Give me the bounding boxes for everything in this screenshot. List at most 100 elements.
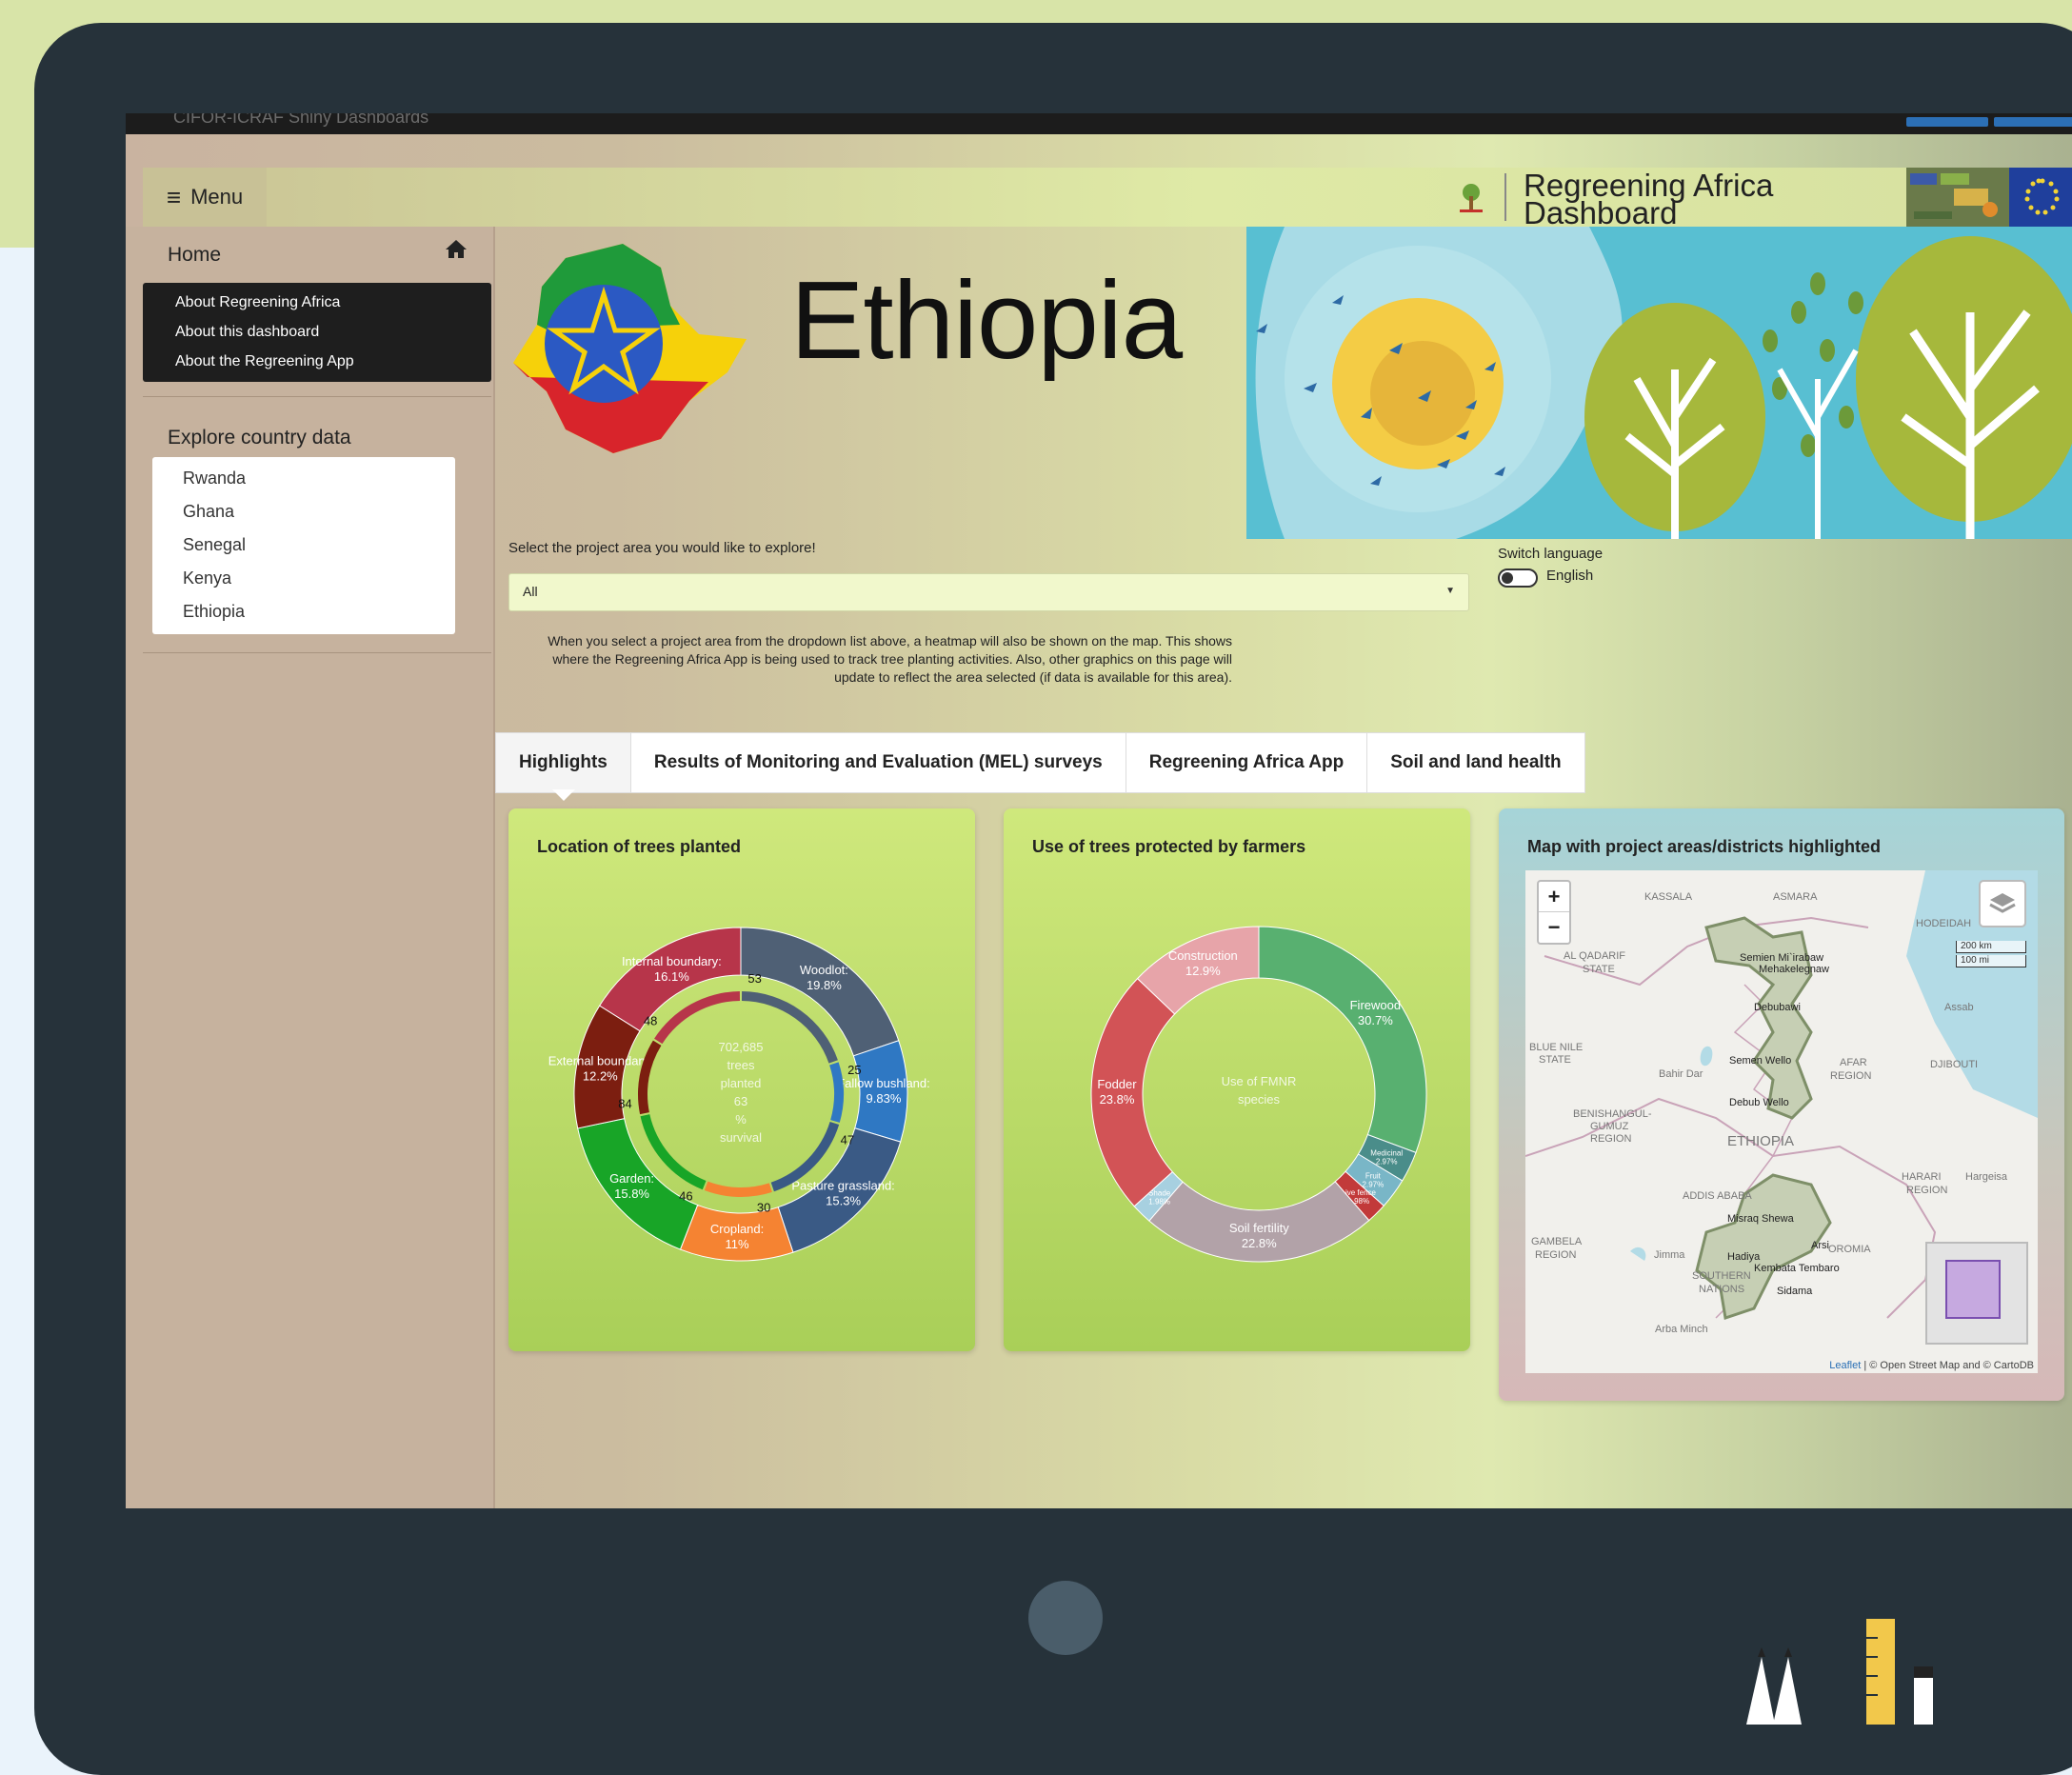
country-item-ghana[interactable]: Ghana [183,502,234,522]
tab-soil-land-health[interactable]: Soil and land health [1367,733,1584,792]
map-attribution: Leaflet | © Open Street Map and © CartoD… [1829,1360,2034,1371]
about-item-dashboard[interactable]: About this dashboard [175,324,319,341]
map-label: BENISHANGUL- [1573,1108,1652,1120]
tablet-home-button[interactable] [1028,1581,1103,1655]
layers-icon[interactable] [1979,880,2026,927]
select-label: Select the project area you would like t… [508,540,816,556]
leaflet-map[interactable]: + − 200 km 100 mi Leaflet | © Open Stree… [1525,870,2038,1373]
select-value: All [523,584,538,599]
country-item-kenya[interactable]: Kenya [183,568,231,588]
partner-logos [1906,168,2009,227]
tab-regreening-app[interactable]: Regreening Africa App [1126,733,1368,792]
browser-title: CIFOR-ICRAF Shiny Dashboards [173,113,429,127]
survival-arc[interactable] [704,1181,772,1197]
map-label: Misraq Shewa [1727,1213,1794,1225]
slice-percent: 19.8% [807,978,842,992]
toggle-knob [1502,572,1513,584]
country-item-ethiopia[interactable]: Ethiopia [183,602,245,622]
sidebar: Home About Regreening Africa About this … [126,227,495,1508]
country-item-rwanda[interactable]: Rwanda [183,469,246,489]
menu-label: Menu [190,185,244,209]
map-label: DJIBOUTI [1930,1059,1979,1070]
country-list: Rwanda Ghana Senegal Kenya Ethiopia [152,457,455,634]
map-label: Debub Wello [1729,1097,1789,1108]
slice-label: Firewood [1350,998,1401,1012]
slice-percent: 2.97% [1376,1158,1398,1167]
slice-label: Cropland: [710,1222,764,1236]
country-item-senegal[interactable]: Senegal [183,535,246,555]
eu-flag-icon [2009,168,2072,227]
slice-label: Fallow bushland: [837,1076,930,1090]
project-area-select[interactable]: All ▼ [508,573,1469,611]
map-label: GUMUZ [1590,1121,1629,1132]
card-tree-uses: Use of trees protected by farmers Firewo… [1004,808,1470,1351]
map-label: Mehakelegnaw [1759,964,1829,975]
zoom-in-button[interactable]: + [1539,882,1569,911]
slice-percent: 1.98% [1148,1197,1170,1206]
about-item-app[interactable]: About the Regreening App [175,353,354,370]
donut-center-text: 63 [734,1094,747,1108]
minimap[interactable] [1925,1242,2028,1345]
sidebar-divider-bottom [143,652,491,653]
map-label: Debubawi [1754,1002,1801,1013]
zoom-out-button[interactable]: − [1539,912,1569,942]
slice-percent: 30.7% [1358,1013,1393,1027]
tab-bar: Highlights Results of Monitoring and Eva… [495,732,1585,793]
language-toggle[interactable] [1498,568,1538,588]
survival-value: 48 [644,1013,657,1027]
map-label: REGION [1535,1249,1577,1261]
slice-label: Woodlot: [800,963,848,977]
slice-percent: 15.8% [614,1187,649,1201]
survival-value: 84 [618,1097,631,1111]
slice-percent: 23.8% [1100,1092,1135,1107]
topbar-button-1[interactable] [1906,117,1988,127]
slice-label: Fruit [1365,1171,1382,1180]
donut-center-text: species [1238,1092,1281,1107]
survival-arc[interactable] [638,1040,662,1115]
survival-arc[interactable] [829,1062,844,1123]
map-label: REGION [1830,1070,1872,1082]
map-label: Arba Minch [1655,1324,1708,1335]
map-label: AFAR [1840,1057,1867,1068]
map-label: Hargeisa [1965,1171,2008,1183]
slice-label: Soil fertility [1229,1221,1289,1235]
map-label: Arsi [1811,1240,1829,1251]
tab-mel-surveys[interactable]: Results of Monitoring and Evaluation (ME… [631,733,1126,792]
menu-button[interactable]: ≡ Menu [143,168,267,227]
scale-km: 200 km [1956,941,2026,953]
tablet-frame: CIFOR-ICRAF Shiny Dashboards ≡ Menu Regr… [34,23,2072,1775]
app-title-line2: Dashboard [1524,195,1678,230]
donut-center-text: survival [720,1130,762,1145]
topbar-button-2[interactable] [1994,117,2072,127]
slice-percent: 9.83% [867,1091,902,1106]
slice-percent: 15.3% [826,1194,861,1208]
donut-center-text: % [735,1112,747,1127]
slice-label: Pasture grassland: [791,1179,894,1193]
regreening-logo-icon [1460,184,1483,212]
scale-mi: 100 mi [1956,955,2026,967]
switch-language-label: Switch language [1498,546,1604,562]
chevron-down-icon: ▼ [1445,586,1455,596]
explore-heading: Explore country data [168,427,351,449]
home-icon[interactable] [445,238,468,259]
sidebar-item-home[interactable]: Home [168,244,221,267]
map-label: Hodeidah [1916,918,1972,929]
slice-label: Construction [1168,948,1238,963]
map-label: Hadiya [1727,1251,1761,1263]
navbar: ≡ Menu Regreening Africa Dashboard [143,168,2072,230]
leaflet-link[interactable]: Leaflet [1829,1360,1861,1371]
active-tab-caret [552,789,575,801]
map-label: Sidama [1777,1286,1813,1297]
card-title-map: Map with project areas/districts highlig… [1527,837,1882,856]
slice-percent: 12.9% [1185,964,1221,978]
map-label: Asmara [1773,891,1818,903]
map-label: Assab [1944,1002,1974,1013]
about-item-regreening[interactable]: About Regreening Africa [175,294,340,311]
survival-value: 25 [847,1063,861,1077]
donut-chart-trees-planted: Woodlot:19.8% 53 Fallow bushland:9.83% 25 Pa… [548,927,930,1262]
tab-highlights[interactable]: Highlights [496,733,631,792]
donut-slice[interactable] [1258,926,1427,1154]
map-label: BLUE NILE [1529,1042,1584,1053]
map-label: Jimma [1654,1249,1685,1261]
about-menu: About Regreening Africa About this dashb… [143,283,491,382]
